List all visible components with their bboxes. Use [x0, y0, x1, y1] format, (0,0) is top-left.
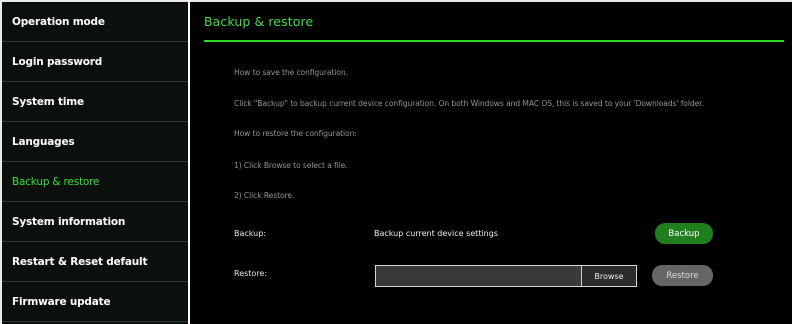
info-restore-step-2: 2) Click Restore. [234, 191, 295, 200]
sidebar-item-restart-reset[interactable]: Restart & Reset default [2, 242, 188, 282]
backup-button[interactable]: Backup [655, 223, 713, 244]
sidebar-item-languages[interactable]: Languages [2, 122, 188, 162]
info-restore-heading: How to restore the configuration: [234, 129, 357, 138]
main-panel: Backup & restore How to save the configu… [190, 0, 792, 324]
backup-description: Backup current device settings [374, 229, 498, 238]
sidebar: Operation mode Login password System tim… [0, 0, 188, 324]
sidebar-item-firmware-update[interactable]: Firmware update [2, 282, 188, 322]
browse-button[interactable]: Browse [581, 265, 637, 287]
page-title: Backup & restore [204, 14, 314, 29]
restore-label: Restore: [234, 269, 268, 278]
sidebar-item-login-password[interactable]: Login password [2, 42, 188, 82]
sidebar-item-backup-restore[interactable]: Backup & restore [2, 162, 188, 202]
restore-button[interactable]: Restore [652, 265, 713, 286]
info-restore-step-1: 1) Click Browse to select a file. [234, 161, 348, 170]
info-save-heading: How to save the configuration. [234, 68, 348, 77]
title-divider [204, 40, 784, 42]
sidebar-item-system-information[interactable]: System information [2, 202, 188, 242]
backup-label: Backup: [234, 229, 267, 238]
info-save-instructions: Click "Backup" to backup current device … [234, 99, 704, 108]
sidebar-item-system-time[interactable]: System time [2, 82, 188, 122]
sidebar-item-operation-mode[interactable]: Operation mode [2, 2, 188, 42]
